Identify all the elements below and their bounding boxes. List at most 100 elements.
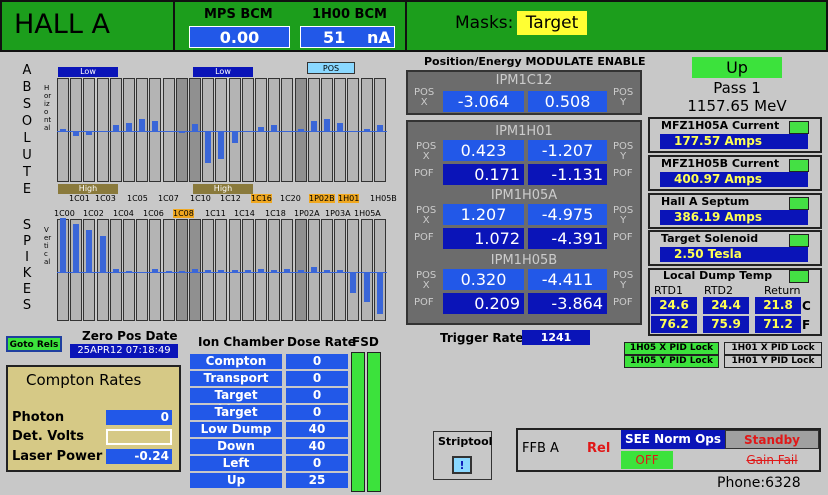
ipm1h05a-name: IPM1H05A bbox=[490, 188, 558, 203]
h05x-pid-lock[interactable]: 1H05 X PID Lock bbox=[624, 342, 719, 355]
solenoid-led bbox=[789, 234, 809, 247]
dose-rate-value: 25 bbox=[286, 473, 348, 488]
horizontal-spike bbox=[258, 127, 264, 131]
dose-rate-value: 40 bbox=[286, 422, 348, 437]
vertical-spike bbox=[126, 270, 132, 272]
fsd-column-1 bbox=[351, 352, 365, 492]
bpm-label: 1C18 bbox=[265, 209, 286, 218]
ipm1h05a-pof-x: 1.072 bbox=[443, 228, 524, 249]
ion-chamber-name: Target bbox=[190, 405, 282, 420]
vertical-spike bbox=[192, 269, 198, 272]
ffb-off-status[interactable]: OFF bbox=[621, 451, 673, 469]
vertical-spike bbox=[165, 270, 172, 272]
ion-chamber-name: Target Chicane bbox=[190, 388, 282, 417]
pass-label: Pass 1 bbox=[713, 79, 761, 97]
horizontal-channel-bar bbox=[162, 78, 175, 182]
ipm1c12-pos-x: -3.064 bbox=[443, 91, 524, 112]
ipm1h05b-pos-label: POS X bbox=[416, 270, 437, 291]
rtd2-label: RTD2 bbox=[704, 284, 734, 297]
fsd-header: FSD bbox=[352, 335, 379, 349]
horizontal-spike bbox=[218, 131, 225, 159]
bpm-label: 1C16 bbox=[251, 194, 272, 203]
bpm-label: 1H05B bbox=[370, 194, 397, 203]
standby-button[interactable]: Standby bbox=[725, 430, 819, 449]
goto-rels-button[interactable]: Goto Rels bbox=[6, 336, 62, 352]
ipm1h01-pos-x: 0.423 bbox=[443, 140, 524, 161]
bpm-label: 1C05 bbox=[127, 194, 148, 203]
dose-rate-value: 0 bbox=[286, 371, 348, 386]
masks-value[interactable]: Target bbox=[517, 11, 587, 35]
bpm-label: 1C08 bbox=[173, 209, 194, 218]
vertical-spike bbox=[112, 269, 119, 272]
ipm1h05a-pos-x: 1.207 bbox=[443, 204, 524, 225]
bpm-label: 1C11 bbox=[205, 209, 226, 218]
ipm1h01-pof-y: -1.131 bbox=[528, 164, 607, 185]
horizontal-spike bbox=[178, 131, 185, 133]
see-norm-ops-button[interactable]: SEE Norm Ops bbox=[621, 430, 725, 449]
vertical-channel-bar bbox=[347, 219, 360, 321]
header-divider-1 bbox=[173, 0, 175, 52]
rtd-celsius-value: 24.4 bbox=[703, 297, 749, 314]
dose-rate-value: 0 bbox=[286, 456, 348, 471]
dose-rate-value: 0 bbox=[286, 405, 348, 420]
bpm-label: 1C02 bbox=[83, 209, 104, 218]
rtd1-label: RTD1 bbox=[654, 284, 684, 297]
horizontal-channel-bar bbox=[175, 78, 188, 182]
high-indicator-2: High bbox=[193, 184, 253, 194]
h01y-pid-lock[interactable]: 1H01 Y PID Lock bbox=[724, 355, 822, 368]
horizontal-spike bbox=[205, 131, 212, 163]
horizontal-spike bbox=[284, 131, 291, 132]
horizontal-spike bbox=[337, 123, 344, 131]
horizontal-spike bbox=[73, 131, 80, 136]
ipm1h05b-name: IPM1H05B bbox=[490, 253, 558, 268]
horizontal-spike bbox=[244, 131, 251, 132]
horizontal-spike bbox=[192, 124, 198, 131]
pos-button[interactable]: POS bbox=[307, 62, 355, 74]
phone-number: Phone:6328 bbox=[717, 475, 801, 491]
h00-bcm-value-box: 51 nA bbox=[300, 26, 395, 48]
vertical-spike bbox=[73, 224, 80, 272]
vertical-spike bbox=[231, 269, 238, 272]
bpm-label: 1C03 bbox=[95, 194, 116, 203]
mfz1h05b-label: MFZ1H05B Current bbox=[661, 157, 780, 170]
absolute-letters: ABSOLUTE bbox=[21, 63, 33, 197]
horizontal-channel-bar bbox=[202, 78, 215, 182]
ion-chamber-name: Low Dump bbox=[190, 422, 282, 437]
ipm1c12-pos-y: 0.508 bbox=[528, 91, 607, 112]
vertical-spike bbox=[258, 269, 264, 272]
ipm1h05a-pof-y-label: POF bbox=[613, 232, 633, 243]
energy-value: 1157.65 MeV bbox=[687, 97, 787, 115]
horizontal-spike bbox=[152, 121, 159, 131]
ipm1h05a-pos-label: POS X bbox=[416, 205, 437, 226]
mfz1h05a-label: MFZ1H05A Current bbox=[661, 119, 780, 132]
vertical-channel-bar bbox=[136, 219, 149, 321]
ion-chamber-header: Ion Chamber bbox=[198, 335, 285, 349]
ipm1c12-pos-y-label: POS Y bbox=[613, 87, 634, 108]
bpm-label: 1C01 bbox=[69, 194, 90, 203]
horizontal-channel-bar bbox=[281, 78, 294, 182]
vertical-spike bbox=[310, 267, 317, 272]
horizontal-word: Horizontal bbox=[44, 84, 52, 132]
h01x-pid-lock[interactable]: 1H01 X PID Lock bbox=[724, 342, 822, 355]
high-indicator-1: High bbox=[58, 184, 118, 194]
vertical-word: Vertical bbox=[44, 226, 52, 266]
vertical-spike bbox=[271, 269, 278, 272]
vertical-spike bbox=[205, 270, 212, 272]
bpm-label: 1C12 bbox=[220, 194, 241, 203]
ipm1c12-name: IPM1C12 bbox=[495, 73, 553, 88]
ipm1h01-name: IPM1H01 bbox=[495, 124, 553, 139]
ipm1h05b-pof-y: -3.864 bbox=[528, 293, 607, 314]
h05y-pid-lock[interactable]: 1H05 Y PID Lock bbox=[624, 355, 719, 368]
striptool-button[interactable]: ! bbox=[452, 456, 472, 474]
vertical-spike bbox=[337, 270, 344, 272]
bpm-label: 1P02B bbox=[309, 194, 335, 203]
vertical-spike bbox=[324, 269, 330, 272]
horizontal-spike bbox=[165, 131, 172, 132]
horizontal-spike bbox=[231, 131, 238, 143]
rtd-fahrenheit-value: 71.2 bbox=[755, 316, 801, 333]
rtd-fahrenheit-value: 75.9 bbox=[703, 316, 749, 333]
mfz1h05b-led bbox=[789, 159, 809, 172]
return-label: Return bbox=[764, 284, 801, 297]
vertical-zero-line bbox=[57, 272, 387, 273]
solenoid-label: Target Solenoid bbox=[661, 232, 759, 245]
